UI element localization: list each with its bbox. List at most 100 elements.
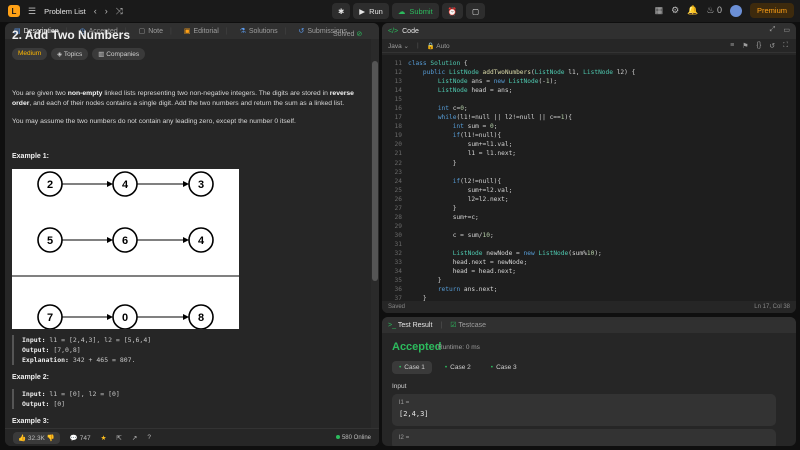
fullscreen-icon[interactable]: ⛶ (783, 42, 788, 50)
settings-icon[interactable]: ⚙ (671, 5, 679, 16)
saved-status: Saved (388, 304, 406, 310)
node-value: 4 (198, 235, 205, 247)
code-line[interactable]: c = sum/10; (408, 231, 635, 240)
run-button[interactable]: ▶ Run (353, 3, 389, 19)
code-line[interactable]: public ListNode addTwoNumbers(ListNode l… (408, 68, 635, 77)
braces-icon[interactable]: {} (757, 42, 762, 50)
note-icon: ▢ (472, 6, 480, 16)
code-line[interactable]: ListNode ans = new ListNode(-1); (408, 77, 635, 86)
shuffle-icon[interactable]: ⤨ (116, 6, 123, 17)
code-line[interactable]: if(l2!=null){ (408, 177, 635, 186)
code-line[interactable] (408, 240, 635, 249)
list-icon[interactable]: ☰ (28, 6, 36, 17)
case-2-tab[interactable]: • Case 2 (438, 361, 478, 374)
thumbs-down-icon: 👎 (46, 434, 55, 442)
cursor-position: Ln 17, Col 38 (754, 304, 790, 310)
favorite-star-icon[interactable]: ★ (101, 434, 107, 442)
code-footer: Saved Ln 17, Col 38 (382, 301, 796, 313)
tab-solutions[interactable]: ⚗ Solutions | (235, 23, 292, 39)
code-line[interactable]: return ans.next; (408, 285, 635, 294)
code-lines[interactable]: class Solution { public ListNode addTwoN… (408, 59, 635, 312)
code-line[interactable]: l1 = l1.next; (408, 149, 635, 158)
line-number: 14 (394, 87, 402, 95)
var-name: l2 = (399, 434, 410, 441)
avatar[interactable] (729, 4, 742, 17)
submit-button[interactable]: ☁ Submit (391, 3, 439, 19)
code-line[interactable]: l2=l2.next; (408, 195, 635, 204)
leetcode-logo-icon[interactable]: L (8, 5, 20, 17)
description-scrollbar[interactable] (371, 39, 379, 446)
code-line[interactable] (408, 168, 635, 177)
problem-assumption: You may assume the two numbers do not co… (12, 118, 296, 125)
next-problem-icon[interactable]: › (105, 6, 108, 16)
code-line[interactable]: head.next = newNode; (408, 258, 635, 267)
tab-editorial[interactable]: ▣ Editorial | (179, 23, 233, 39)
code-line[interactable]: } (408, 159, 635, 168)
check-dot-icon: • (444, 364, 448, 371)
collapse-icon[interactable]: ▭ (783, 26, 790, 34)
case-tabs: • Case 1 • Case 2 • Case 3 (392, 361, 524, 374)
debug-button[interactable]: ✱ (332, 3, 351, 19)
code-line[interactable]: ListNode head = ans; (408, 86, 635, 95)
autocomplete-mode[interactable]: 🔒 Auto (427, 42, 450, 50)
line-numbers: 11 12 13 14 15 16 17 18 19 20 21 22 23 24 25 26 27 28 29 30… (382, 59, 402, 312)
notes-button[interactable]: ▢ (466, 3, 486, 19)
layout-icon[interactable]: ▦ (655, 5, 664, 16)
line-number: 23 (394, 168, 402, 176)
chevron-down-icon: ⌄ (403, 42, 409, 50)
tab-testcase[interactable]: ☑ Testcase (450, 321, 486, 329)
code-line[interactable] (408, 222, 635, 231)
var-name: l1 = (399, 399, 410, 406)
building-icon: ▥ (98, 51, 105, 58)
problem-list-link[interactable]: Problem List (44, 7, 86, 16)
help-icon[interactable]: ? (147, 434, 151, 441)
maximize-icon[interactable]: ⤢ (770, 26, 776, 34)
code-line[interactable]: int c=0; (408, 104, 635, 113)
code-line[interactable]: sum+=l1.val; (408, 140, 635, 149)
comments-button[interactable]: 💬 747 (70, 434, 91, 442)
code-line[interactable] (408, 95, 635, 104)
code-header-actions: ⤢ ▭ (770, 26, 790, 34)
code-line[interactable]: } (408, 204, 635, 213)
timer-button[interactable]: ⏰ (441, 3, 464, 19)
code-line[interactable]: if(l1!=null){ (408, 131, 635, 140)
bookmark-icon[interactable]: ⚑ (742, 42, 748, 50)
code-line[interactable]: head = head.next; (408, 267, 635, 276)
tab-note[interactable]: ▢ Note | (134, 23, 177, 39)
prev-problem-icon[interactable]: ‹ (94, 6, 97, 16)
alarm-icon: ⏰ (447, 6, 458, 16)
format-icon[interactable]: ≡ (730, 42, 734, 50)
node-value: 0 (122, 312, 128, 324)
bell-icon[interactable]: 🔔 (687, 5, 698, 16)
line-number: 35 (394, 277, 402, 285)
code-line[interactable]: } (408, 276, 635, 285)
code-line[interactable]: ListNode newNode = new ListNode(sum%10); (408, 249, 635, 258)
case-1-tab[interactable]: • Case 1 (392, 361, 432, 374)
code-line[interactable]: int sum = 0; (408, 122, 635, 131)
code-line[interactable]: while(l1!=null || l2!=null || c==1){ (408, 113, 635, 122)
code-line[interactable]: sum+=l2.val; (408, 186, 635, 195)
var-value: [2,4,3] (399, 410, 429, 418)
external-link-icon[interactable]: ↗ (132, 434, 137, 442)
premium-button[interactable]: Premium (749, 3, 794, 18)
example-2-heading: Example 2: (12, 374, 49, 381)
like-button[interactable]: 👍 32.3K 👎 (13, 431, 60, 444)
language-select[interactable]: Java ⌄ (388, 42, 409, 50)
tab-test-result[interactable]: >_ Test Result (388, 322, 432, 329)
line-number: 27 (394, 204, 402, 212)
difficulty-badge[interactable]: Medium (12, 48, 48, 60)
code-line[interactable]: sum+=c; (408, 213, 635, 222)
streak-counter[interactable]: ♨ 0 (706, 5, 722, 16)
share-icon[interactable]: ⇱ (116, 434, 121, 442)
companies-tag[interactable]: ▥ Companies (92, 48, 146, 60)
code-editor[interactable]: 11 12 13 14 15 16 17 18 19 20 21 22 23 24 25 26 27 28 29 30… (382, 55, 796, 311)
scroll-thumb[interactable] (372, 61, 378, 281)
case-3-tab[interactable]: • Case 3 (484, 361, 524, 374)
flask-icon: ⚗ (239, 28, 246, 35)
reset-icon[interactable]: ↺ (769, 42, 775, 50)
line-number: 25 (394, 186, 402, 194)
test-result-panel: >_ Test Result | ☑ Testcase Accepted Run… (382, 317, 796, 446)
code-line[interactable]: class Solution { (408, 59, 635, 68)
topics-tag[interactable]: ◈ Topics (51, 48, 89, 60)
lock-icon: 🔒 (426, 42, 435, 50)
